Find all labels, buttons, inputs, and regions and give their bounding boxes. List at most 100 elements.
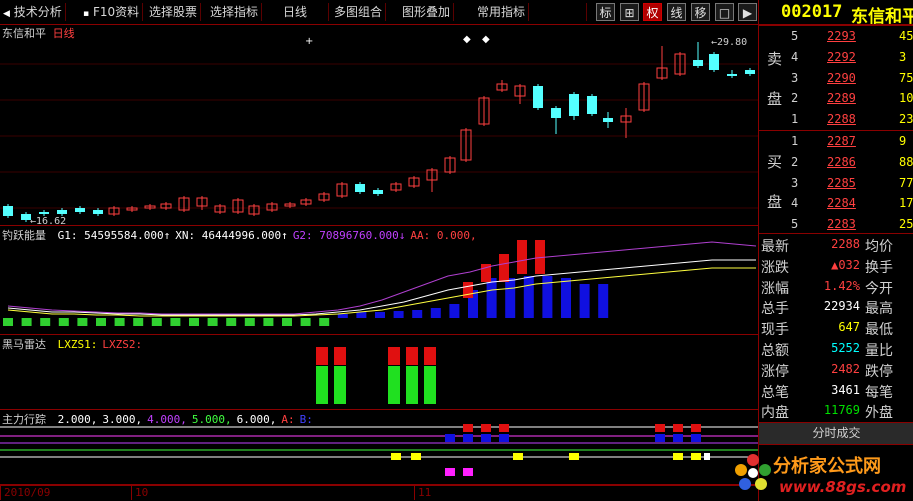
candlestick xyxy=(514,84,526,104)
buy-order-row[interactable]: 2 2286 88 xyxy=(759,152,913,173)
energy-indicator-panel[interactable]: 钓跃能量 G1: 54595584.000↑ XN: 46444996.000↑ G… xyxy=(0,226,758,335)
order-price: 2292 xyxy=(827,49,856,64)
quote-label: 总手 xyxy=(761,301,789,318)
order-volume: 9 xyxy=(899,134,907,148)
energy-bar xyxy=(96,318,106,326)
f10-button[interactable]: ▪ F10资料 xyxy=(80,3,144,21)
force-magenta-marker xyxy=(463,468,473,476)
force-yellow-marker xyxy=(691,453,701,460)
energy-bar xyxy=(412,310,423,318)
quote-row: 总额 5252 量比 xyxy=(759,338,913,359)
quote-label: 涨幅 xyxy=(761,280,789,297)
sell-order-row[interactable]: 5 2293 45 xyxy=(759,26,913,47)
rights-button[interactable]: 权 xyxy=(643,3,662,21)
candlestick xyxy=(75,206,85,214)
force-marker xyxy=(691,434,701,442)
order-level: 2 xyxy=(791,91,799,106)
multi-chart-button[interactable]: 多图组合 xyxy=(331,3,387,21)
order-volume: 231 xyxy=(899,112,913,127)
move-button[interactable]: 移 xyxy=(691,3,710,21)
legend-item: LXZS1: xyxy=(57,338,98,351)
next-icon[interactable]: ▶ xyxy=(738,3,757,21)
legend-item: G1: 54595584.000↑ xyxy=(57,229,171,242)
low-label: ←16.62 xyxy=(30,216,66,225)
sell-order-row[interactable]: 2 2289 10 xyxy=(759,88,913,109)
force-yellow-marker xyxy=(569,453,579,460)
g2-line xyxy=(7,241,757,315)
order-level: 4 xyxy=(791,49,799,64)
energy-bar xyxy=(226,318,237,326)
sell-order-row[interactable]: 4 2292 3 xyxy=(759,47,913,68)
energy-bar-red xyxy=(499,254,509,282)
common-indicators-button[interactable]: 常用指标 xyxy=(474,3,530,21)
period-daily-button[interactable]: 日线 xyxy=(268,3,329,21)
candlestick xyxy=(709,52,719,72)
candlestick xyxy=(232,198,244,214)
technical-analysis-menu[interactable]: ◀ 技术分析 xyxy=(0,3,66,21)
energy-bar-red xyxy=(517,240,527,274)
candlestick xyxy=(603,112,613,128)
order-price: 2285 xyxy=(827,175,856,190)
force-yellow-marker xyxy=(513,453,523,460)
sell-order-row[interactable]: 3 2290 75 xyxy=(759,68,913,89)
quote-label: 现手 xyxy=(761,322,789,339)
line-button[interactable]: 线 xyxy=(667,3,686,21)
force-marker xyxy=(463,424,473,432)
signal-marker-icon: + xyxy=(305,36,313,47)
candlestick xyxy=(444,156,456,174)
mark-button[interactable]: 标 xyxy=(596,3,615,21)
quote-row: 涨停 2482 跌停 xyxy=(759,359,913,380)
radar-indicator-panel[interactable]: 黑马雷达 LXZS1: LXZS2: xyxy=(0,335,758,410)
order-price: 2283 xyxy=(827,217,856,232)
main-force-legend: 主力行踪 2.000, 3.000, 4.000, 5.000, 6.000, A: B: xyxy=(2,413,313,426)
order-price: 2286 xyxy=(827,154,856,169)
legend-item: 5.000, xyxy=(191,413,232,426)
candlestick xyxy=(3,204,13,218)
quote-label: 总额 xyxy=(761,343,789,359)
energy-bar xyxy=(375,312,385,318)
candlestick xyxy=(57,208,67,216)
sell-order-row[interactable]: 1 2288 231 xyxy=(759,109,913,130)
legend-item: G2: 70896760.000↓ xyxy=(292,229,406,242)
force-marker xyxy=(655,434,665,442)
energy-bar xyxy=(337,314,348,318)
order-price: 2293 xyxy=(827,29,856,43)
quote-label-secondary: 今开 xyxy=(865,280,893,297)
main-force-panel[interactable]: 主力行踪 2.000, 3.000, 4.000, 5.000, 6.000, A: B: xyxy=(0,410,758,485)
candlestick xyxy=(587,94,597,116)
quote-value: 11769 xyxy=(823,403,860,418)
energy-bar xyxy=(151,318,162,326)
candlestick xyxy=(533,84,543,110)
order-level: 5 xyxy=(791,29,799,43)
energy-bar xyxy=(207,318,218,326)
overlay-button[interactable]: 图形叠加 xyxy=(399,3,455,21)
select-indicator-button[interactable]: 选择指标 xyxy=(207,3,263,21)
kline-panel[interactable]: 东信和平 日线 ←29.80 ←16.62 + ◆ ◆ xyxy=(0,24,758,226)
grid-icon[interactable]: ⊞ xyxy=(620,3,639,21)
energy-bar xyxy=(319,318,330,326)
order-level: 2 xyxy=(791,154,799,169)
force-marker xyxy=(481,424,491,432)
buy-order-row[interactable]: 1 2287 9 xyxy=(759,131,913,152)
candlestick xyxy=(745,68,755,76)
candlestick xyxy=(569,92,579,120)
buy-order-row[interactable]: 4 2284 17 xyxy=(759,193,913,214)
quote-label-secondary: 外盘 xyxy=(865,405,893,422)
quote-label-secondary: 均价 xyxy=(865,239,893,255)
candlestick xyxy=(214,204,226,214)
window-icon[interactable]: □ xyxy=(715,3,734,21)
quote-row: 总笔 3461 每笔 xyxy=(759,380,913,401)
quote-value: 3461 xyxy=(831,382,860,397)
energy-bar xyxy=(561,278,571,318)
force-marker xyxy=(445,434,455,442)
select-stock-button[interactable]: 选择股票 xyxy=(146,3,202,21)
force-marker xyxy=(691,424,701,432)
timeshare-trades-button[interactable]: 分时成交 xyxy=(759,423,913,445)
energy-indicator-legend: 钓跃能量 G1: 54595584.000↑ XN: 46444996.000↑ G… xyxy=(2,229,477,242)
buy-order-row[interactable]: 3 2285 77 xyxy=(759,173,913,194)
radar-bar xyxy=(316,347,328,404)
candlestick xyxy=(727,70,737,78)
energy-bar xyxy=(244,318,255,326)
force-magenta-marker xyxy=(445,468,455,476)
legend-item: 6.000, xyxy=(236,413,277,426)
